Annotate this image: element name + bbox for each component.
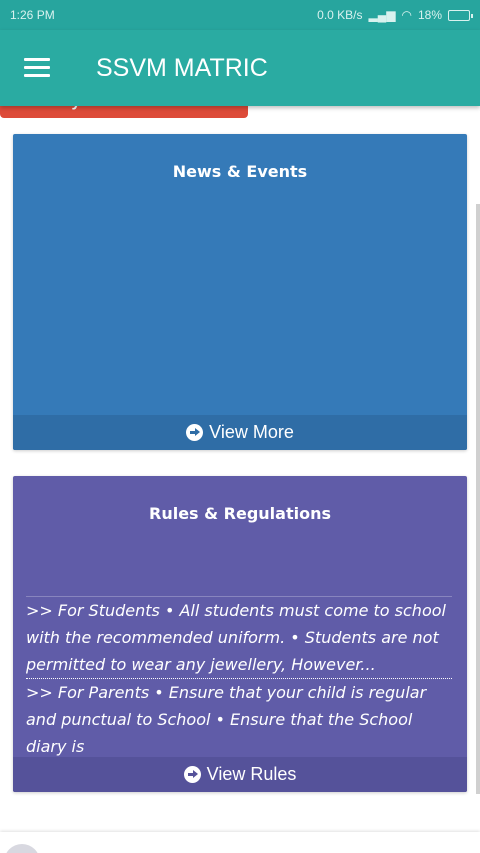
date-badge: Thursday 20th December 2018 xyxy=(0,106,248,118)
arrow-circle-right-icon xyxy=(186,424,204,441)
news-events-title: News & Events xyxy=(172,162,308,181)
main-content[interactable]: Thursday 20th December 2018 News & Event… xyxy=(0,106,480,853)
status-icons: 0.0 KB/s ▂▄▆ ◠ 18% xyxy=(317,8,473,22)
app-title: SSVM MATRIC xyxy=(96,54,268,82)
rules-list: >> For Students • All students must come… xyxy=(26,596,452,760)
wifi-icon: ◠ xyxy=(401,8,412,22)
rules-regulations-title: Rules & Regulations xyxy=(149,504,331,523)
list-item[interactable]: >> For Parents • Ensure that your child … xyxy=(26,679,452,760)
scrollbar[interactable] xyxy=(476,204,480,794)
status-time: 1:26 PM xyxy=(10,8,55,22)
network-speed: 0.0 KB/s xyxy=(317,8,363,22)
list-item[interactable]: >> For Students • All students must come… xyxy=(26,596,452,679)
signal-icon: ▂▄▆ xyxy=(368,8,396,22)
view-more-label: View More xyxy=(209,422,294,442)
hamburger-menu-icon[interactable] xyxy=(24,58,50,78)
avatar xyxy=(4,844,40,853)
news-events-card: News & Events View More xyxy=(13,134,467,450)
view-rules-label: View Rules xyxy=(206,764,297,784)
next-card xyxy=(0,832,480,853)
battery-level: 18% xyxy=(417,8,442,22)
battery-icon xyxy=(448,9,473,21)
view-rules-button[interactable]: View Rules xyxy=(13,757,467,792)
rules-regulations-card: Rules & Regulations >> For Students • Al… xyxy=(13,476,467,792)
arrow-circle-right-icon xyxy=(183,766,201,783)
status-bar: 1:26 PM 0.0 KB/s ▂▄▆ ◠ 18% xyxy=(0,0,480,30)
app-bar: SSVM MATRIC xyxy=(0,30,480,106)
view-more-button[interactable]: View More xyxy=(13,415,467,450)
